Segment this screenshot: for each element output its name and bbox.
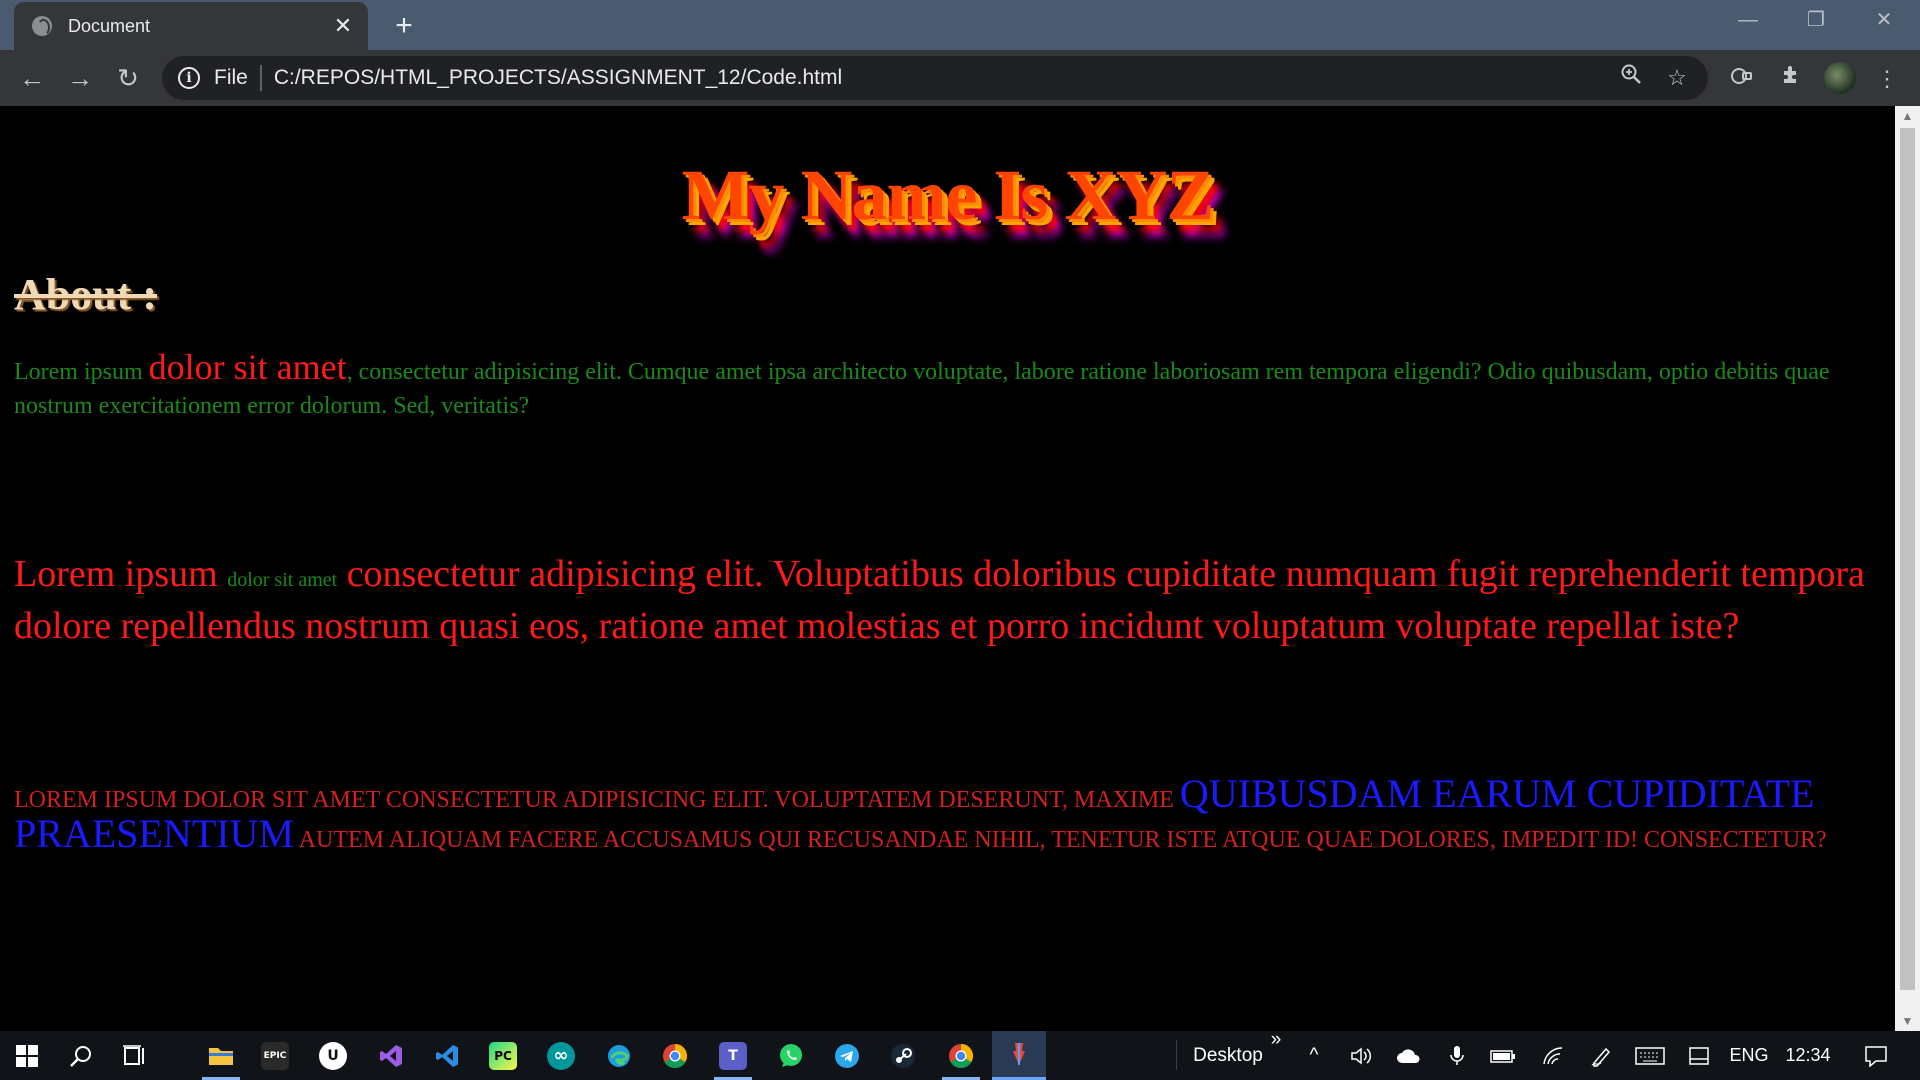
chrome-icon: [949, 1043, 974, 1068]
p2-start: Lorem ipsum: [14, 553, 228, 595]
extension-icon[interactable]: [1726, 64, 1756, 94]
unreal-engine-taskbar-button[interactable]: U: [306, 1031, 360, 1080]
touch-keyboard-icon[interactable]: [1632, 1031, 1668, 1080]
reload-button[interactable]: ↻: [110, 60, 146, 96]
close-window-button[interactable]: ✕: [1850, 0, 1918, 40]
search-icon: [70, 1045, 91, 1067]
arduino-icon: ∞: [547, 1041, 575, 1070]
chrome-running-taskbar-button[interactable]: [934, 1031, 988, 1080]
browser-tab[interactable]: Document ✕: [14, 2, 368, 50]
address-bar[interactable]: i File C:/REPOS/HTML_PROJECTS/ASSIGNMENT…: [162, 56, 1708, 100]
pin-app-icon: [1013, 1043, 1025, 1065]
pinned-app-taskbar-button[interactable]: [992, 1031, 1046, 1080]
telegram-taskbar-button[interactable]: [820, 1031, 874, 1080]
file-explorer-taskbar-button[interactable]: [194, 1031, 248, 1080]
telegram-icon: [835, 1043, 859, 1068]
back-button[interactable]: ←: [14, 60, 50, 96]
start-button[interactable]: [0, 1031, 54, 1080]
scrollbar-thumb[interactable]: [1900, 128, 1915, 990]
scroll-down-arrow[interactable]: ▼: [1895, 1011, 1920, 1031]
profile-avatar[interactable]: [1824, 62, 1856, 94]
page-content: My Name Is XYZ About : Lorem ipsum dolor…: [0, 154, 1895, 857]
pycharm-icon: PC: [489, 1041, 517, 1070]
unreal-engine-icon: U: [319, 1041, 347, 1070]
pycharm-taskbar-button[interactable]: PC: [476, 1031, 530, 1080]
address-divider: [259, 65, 262, 91]
desktop-toolbar-label[interactable]: Desktop: [1186, 1031, 1270, 1080]
teams-icon: T: [719, 1041, 747, 1070]
visual-studio-icon: [380, 1044, 402, 1067]
task-view-icon: [123, 1044, 144, 1065]
language-indicator[interactable]: ENG: [1726, 1031, 1772, 1080]
paragraph-three: Lorem ipsum dolor sit amet consectetur a…: [14, 774, 1881, 857]
clock[interactable]: 12:34: [1780, 1031, 1836, 1080]
url-scheme-label: File: [214, 66, 248, 89]
task-view-button[interactable]: [108, 1031, 162, 1080]
toolbar-overflow-icon[interactable]: »: [1264, 1025, 1288, 1074]
restore-button[interactable]: ❐: [1782, 0, 1850, 40]
chrome-taskbar-button[interactable]: [648, 1031, 702, 1080]
steam-icon: [891, 1043, 915, 1068]
whatsapp-icon: [780, 1043, 802, 1067]
battery-icon[interactable]: [1488, 1031, 1518, 1080]
browser-toolbar: ← → ↻ i File C:/REPOS/HTML_PROJECTS/ASSI…: [0, 50, 1920, 106]
tab-title: Document: [68, 15, 151, 36]
new-tab-button[interactable]: +: [386, 8, 422, 44]
site-info-icon[interactable]: i: [178, 67, 200, 89]
paragraph-one: Lorem ipsum dolor sit amet, consectetur …: [14, 347, 1881, 423]
teams-taskbar-button[interactable]: T: [706, 1031, 760, 1080]
action-center-icon[interactable]: [1856, 1031, 1896, 1080]
folder-icon: [209, 1047, 233, 1065]
minimize-button[interactable]: —: [1714, 0, 1782, 40]
p3-end: autem aliquam facere accusamus qui recus…: [294, 827, 1827, 853]
scroll-up-arrow[interactable]: ▲: [1895, 106, 1920, 126]
volume-icon[interactable]: [1346, 1031, 1376, 1080]
visual-studio-taskbar-button[interactable]: [364, 1031, 418, 1080]
p1-start: Lorem ipsum: [14, 359, 149, 385]
taskbar-divider: [1176, 1040, 1177, 1070]
chrome-icon: [663, 1043, 688, 1068]
windows-logo-icon: [16, 1044, 38, 1067]
bookmark-star-icon[interactable]: ☆: [1662, 63, 1692, 93]
forward-button[interactable]: →: [62, 60, 98, 96]
vertical-scrollbar[interactable]: ▲ ▼: [1895, 106, 1920, 1031]
url-text[interactable]: C:/REPOS/HTML_PROJECTS/ASSIGNMENT_12/Cod…: [274, 66, 1616, 90]
vs-code-icon: [436, 1044, 458, 1067]
edge-taskbar-button[interactable]: [592, 1031, 646, 1080]
pen-icon[interactable]: [1586, 1031, 1616, 1080]
more-menu-icon[interactable]: ⋮: [1872, 64, 1902, 94]
page-heading: My Name Is XYZ: [681, 155, 1215, 235]
p2-small-span: dolor sit amet: [227, 569, 338, 591]
epic-games-taskbar-button[interactable]: EPIC: [248, 1031, 302, 1080]
about-heading: About :: [14, 270, 158, 319]
vs-code-taskbar-button[interactable]: [420, 1031, 474, 1080]
tab-close-icon[interactable]: ✕: [330, 13, 356, 39]
wifi-icon[interactable]: [1538, 1031, 1568, 1080]
display-icon[interactable]: [1684, 1031, 1714, 1080]
search-taskbar-button[interactable]: [54, 1031, 108, 1080]
browser-title-bar: Document ✕ + — ❐ ✕: [0, 0, 1920, 50]
globe-icon: [32, 16, 52, 36]
p1-big-span: dolor sit amet: [148, 347, 347, 387]
microphone-icon[interactable]: [1442, 1031, 1472, 1080]
tray-chevron-up-icon[interactable]: ^: [1300, 1031, 1328, 1080]
epic-games-icon: EPIC: [261, 1041, 289, 1070]
puzzle-extensions-icon[interactable]: [1776, 64, 1806, 94]
page-viewport: My Name Is XYZ About : Lorem ipsum dolor…: [0, 106, 1895, 1031]
arduino-taskbar-button[interactable]: ∞: [534, 1031, 588, 1080]
paragraph-two: Lorem ipsum dolor sit amet consectetur a…: [14, 551, 1881, 649]
p3-start: Lorem ipsum dolor sit amet consectetur a…: [14, 787, 1180, 813]
onedrive-cloud-icon[interactable]: [1394, 1031, 1424, 1080]
p2-end: consectetur adipisicing elit. Voluptatib…: [14, 553, 1865, 647]
edge-icon: [608, 1044, 630, 1067]
whatsapp-taskbar-button[interactable]: [764, 1031, 818, 1080]
steam-taskbar-button[interactable]: [876, 1031, 930, 1080]
zoom-icon[interactable]: [1616, 63, 1646, 93]
